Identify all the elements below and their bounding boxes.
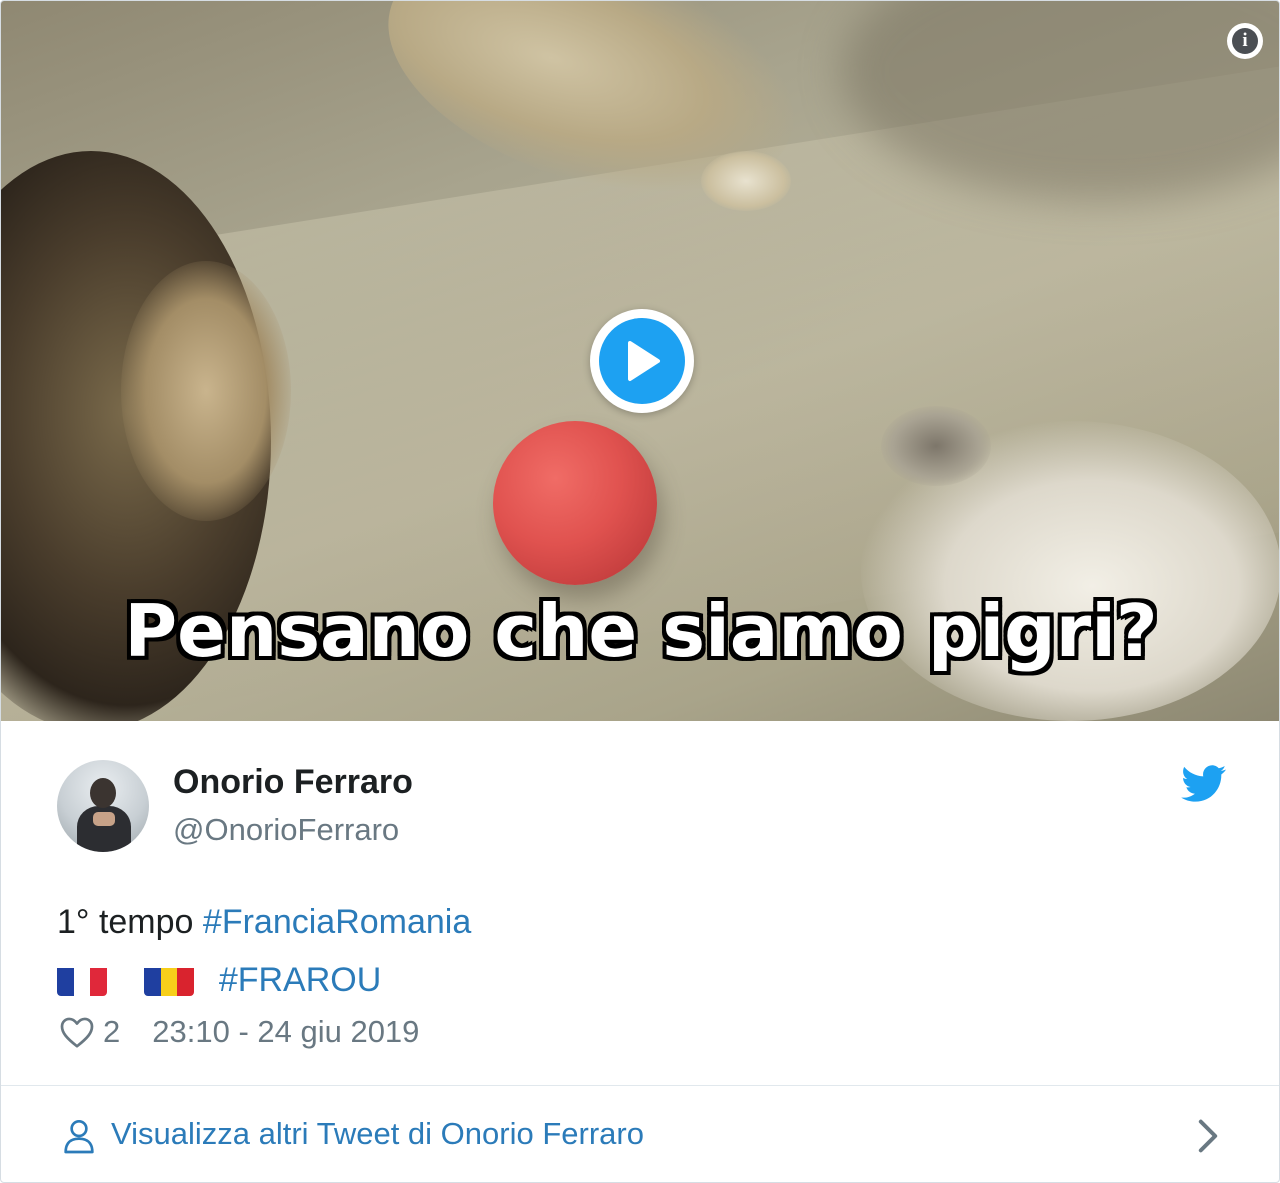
author-display-name[interactable]: Onorio Ferraro: [173, 763, 413, 802]
tweet-timestamp[interactable]: 23:10 - 24 giu 2019: [152, 1014, 419, 1050]
france-flag: [57, 962, 107, 997]
tweet-line-2: #FRAROU: [57, 951, 471, 1009]
chevron-right-icon: [1198, 1119, 1218, 1153]
hashtag-francia-romania[interactable]: #FranciaRomania: [203, 903, 471, 941]
info-icon-glyph: i: [1232, 28, 1258, 54]
twitter-bird-icon[interactable]: [1181, 765, 1227, 803]
author-handle[interactable]: @OnorioFerraro: [173, 812, 399, 848]
embedded-tweet-card: i Pensano che siamo pigri? Onorio Ferrar…: [0, 0, 1280, 1183]
tweet-line-1: 1° tempo #FranciaRomania: [57, 893, 471, 951]
view-more-tweets-link[interactable]: Visualizza altri Tweet di Onorio Ferraro: [1, 1086, 1279, 1182]
play-icon: [599, 318, 685, 404]
tweet-media-gif[interactable]: i Pensano che siamo pigri?: [1, 1, 1279, 721]
gif-caption: Pensano che siamo pigri?: [124, 589, 1158, 673]
avatar-head: [90, 778, 116, 808]
hashtag-frarou[interactable]: #FRAROU: [219, 961, 381, 999]
tweet-text-prefix: 1° tempo: [57, 903, 203, 941]
avatar-hands: [93, 812, 115, 826]
lion-face: [121, 261, 291, 521]
avatar[interactable]: [57, 760, 149, 852]
view-more-tweets-label: Visualizza altri Tweet di Onorio Ferraro: [111, 1116, 644, 1151]
tweet-meta: 2 23:10 - 24 giu 2019: [59, 1014, 419, 1050]
lion-cub-paw: [701, 151, 791, 211]
info-icon[interactable]: i: [1227, 23, 1263, 59]
like-count[interactable]: 2: [103, 1014, 120, 1050]
romania-flag: [143, 962, 194, 997]
tweet-body: Onorio Ferraro @OnorioFerraro 1° tempo #…: [1, 721, 1279, 1085]
tweet-text: 1° tempo #FranciaRomania #FRAROU: [57, 893, 471, 1009]
cat-paw: [881, 406, 991, 486]
person-icon: [64, 1120, 94, 1154]
play-button[interactable]: [590, 309, 694, 413]
red-ball: [493, 421, 657, 585]
heart-icon[interactable]: [59, 1015, 95, 1049]
play-triangle: [628, 341, 660, 381]
